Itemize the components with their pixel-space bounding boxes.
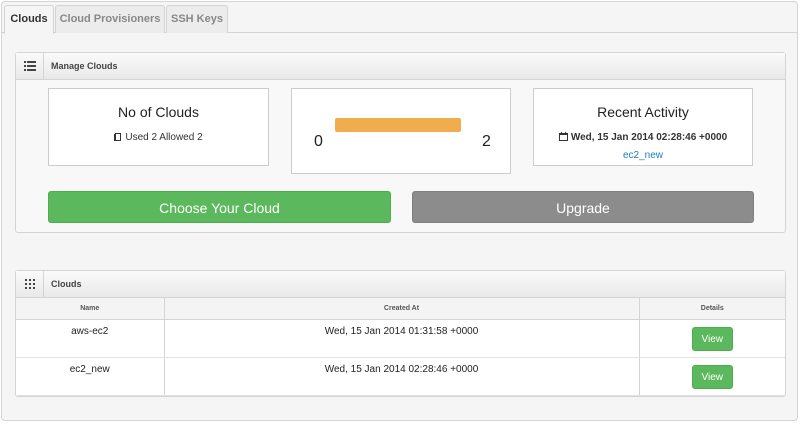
manage-clouds-title: Manage Clouds [51,61,118,71]
book-icon [114,133,122,141]
activity-time-line: Wed, 15 Jan 2014 02:28:46 +0000 [534,132,752,143]
choose-your-cloud-button[interactable]: Choose Your Cloud [48,191,391,223]
usage-line: Used 2 Allowed 2 [49,132,268,143]
activity-cloud-link[interactable]: ec2_new [534,150,752,161]
view-button[interactable]: View [691,326,733,351]
column-header-created-at: Created At [163,298,639,320]
recent-activity-box: Recent Activity Wed, 15 Jan 2014 02:28:4… [533,88,753,166]
manage-clouds-header: Manage Clouds [16,53,785,80]
tab-clouds[interactable]: Clouds [4,5,54,34]
activity-time: Wed, 15 Jan 2014 02:28:46 +0000 [570,132,728,143]
tab-ssh-keys[interactable]: SSH Keys [166,5,228,33]
tab-bar: Clouds Cloud Provisioners SSH Keys [2,2,797,34]
usage-text: Used 2 Allowed 2 [125,132,203,143]
progress-min-label: 0 [314,133,323,150]
view-button[interactable]: View [691,364,733,389]
usage-progress-bar [335,118,461,132]
created-at-cell: Wed, 15 Jan 2014 01:31:58 +0000 [163,319,639,358]
table-row: aws-ec2 Wed, 15 Jan 2014 01:31:58 +0000 … [16,319,785,358]
details-cell: View [638,319,785,358]
list-icon [16,53,44,79]
cloud-name-cell: ec2_new [16,357,164,396]
column-header-name: Name [16,298,164,320]
cloud-name-cell: aws-ec2 [16,319,164,358]
cloud-count-title: No of Clouds [118,104,199,120]
tab-cloud-provisioners[interactable]: Cloud Provisioners [55,5,165,33]
usage-progress-box: 0 2 [291,88,511,174]
grid-icon [16,271,44,297]
manage-clouds-panel: Manage Clouds No of Clouds Used 2 Allowe… [15,52,786,233]
clouds-table-title: Clouds [51,279,82,289]
clouds-table: Name Created At Details aws-ec2 Wed, 15 … [16,298,785,396]
clouds-table-header: Clouds [16,271,785,298]
page-panel: Clouds Cloud Provisioners SSH Keys Manag… [1,1,798,421]
table-header-row: Name Created At Details [16,298,785,320]
upgrade-button[interactable]: Upgrade [412,191,754,223]
recent-activity-title: Recent Activity [597,104,689,120]
calendar-icon [558,132,568,141]
progress-max-label: 2 [482,133,491,150]
cloud-count-box: No of Clouds Used 2 Allowed 2 [48,88,269,166]
table-row: ec2_new Wed, 15 Jan 2014 02:28:46 +0000 … [16,357,785,396]
details-cell: View [638,357,785,396]
clouds-table-panel: Clouds Name Created At Details aws-ec2 W… [15,270,786,397]
column-header-details: Details [638,298,785,320]
created-at-cell: Wed, 15 Jan 2014 02:28:46 +0000 [163,357,639,396]
